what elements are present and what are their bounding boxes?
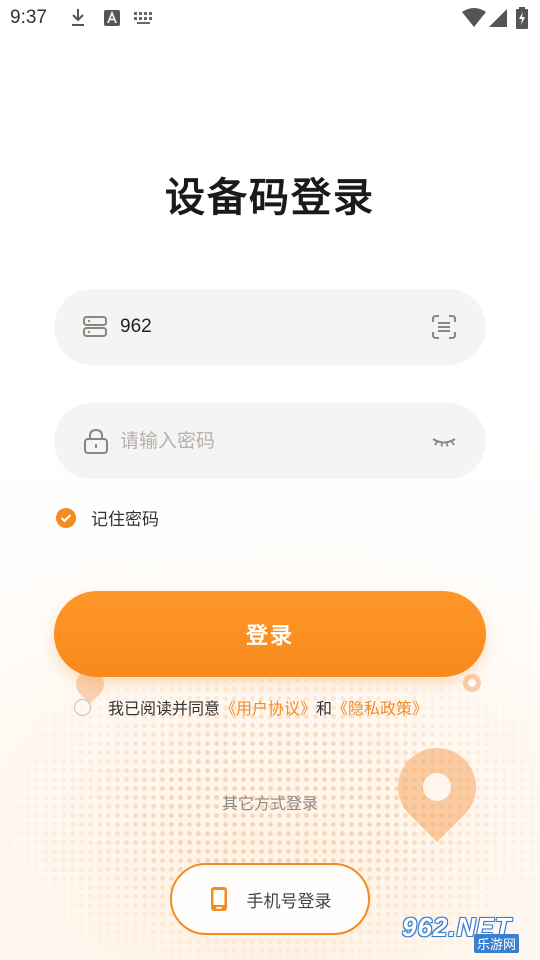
remember-checkbox[interactable] (56, 507, 76, 528)
download-icon (68, 8, 88, 28)
text-a-icon (103, 8, 121, 28)
phone-login-label: 手机号登录 (246, 891, 332, 912)
device-code-value[interactable]: 962 (120, 314, 152, 340)
user-agreement-link[interactable]: 《用户协议》 (220, 695, 316, 719)
other-login-label: 其它方式登录 (221, 794, 318, 813)
status-bar: 9:37 (0, 0, 540, 38)
device-code-field[interactable]: 962 (54, 289, 486, 365)
remember-label[interactable]: 记住密码 (91, 505, 159, 530)
password-placeholder[interactable]: 请输入密码 (120, 428, 215, 454)
scan-icon[interactable] (430, 314, 458, 340)
watermark-sub-text: 乐游网 (474, 934, 520, 953)
agreement-checkbox[interactable] (74, 698, 91, 716)
device-icon (82, 314, 110, 340)
watermark-logo: 962.NET 乐游网 (402, 912, 534, 956)
status-time: 9:37 (10, 7, 47, 28)
keyboard-icon (133, 8, 155, 28)
agreement-connector: 和 (316, 699, 333, 718)
wifi-icon (462, 8, 486, 28)
location-pin-large-decoration (381, 731, 493, 843)
privacy-policy-link[interactable]: 《隐私政策》 (332, 695, 428, 719)
agreement-row: 我已阅读并同意 《用户协议》 和 《隐私政策》 (74, 695, 428, 719)
login-button[interactable]: 登录 (54, 591, 486, 677)
lock-icon (82, 428, 110, 454)
login-page: 9:37 设备码登录 962 请输入密码 记住密码 登录 我已阅读并同意 《用户… (0, 0, 540, 960)
password-field[interactable]: 请输入密码 (54, 403, 486, 479)
phone-icon (209, 886, 229, 912)
page-title: 设备码登录 (165, 175, 375, 221)
map-marker-decoration (463, 674, 481, 692)
remember-password[interactable]: 记住密码 (56, 505, 159, 530)
phone-login-button[interactable]: 手机号登录 (170, 863, 370, 935)
check-icon (60, 513, 72, 522)
agreement-prefix: 我已阅读并同意 (108, 699, 221, 718)
battery-charging-icon (514, 7, 530, 29)
cell-signal-icon (488, 8, 508, 28)
eye-closed-icon[interactable] (430, 428, 458, 454)
